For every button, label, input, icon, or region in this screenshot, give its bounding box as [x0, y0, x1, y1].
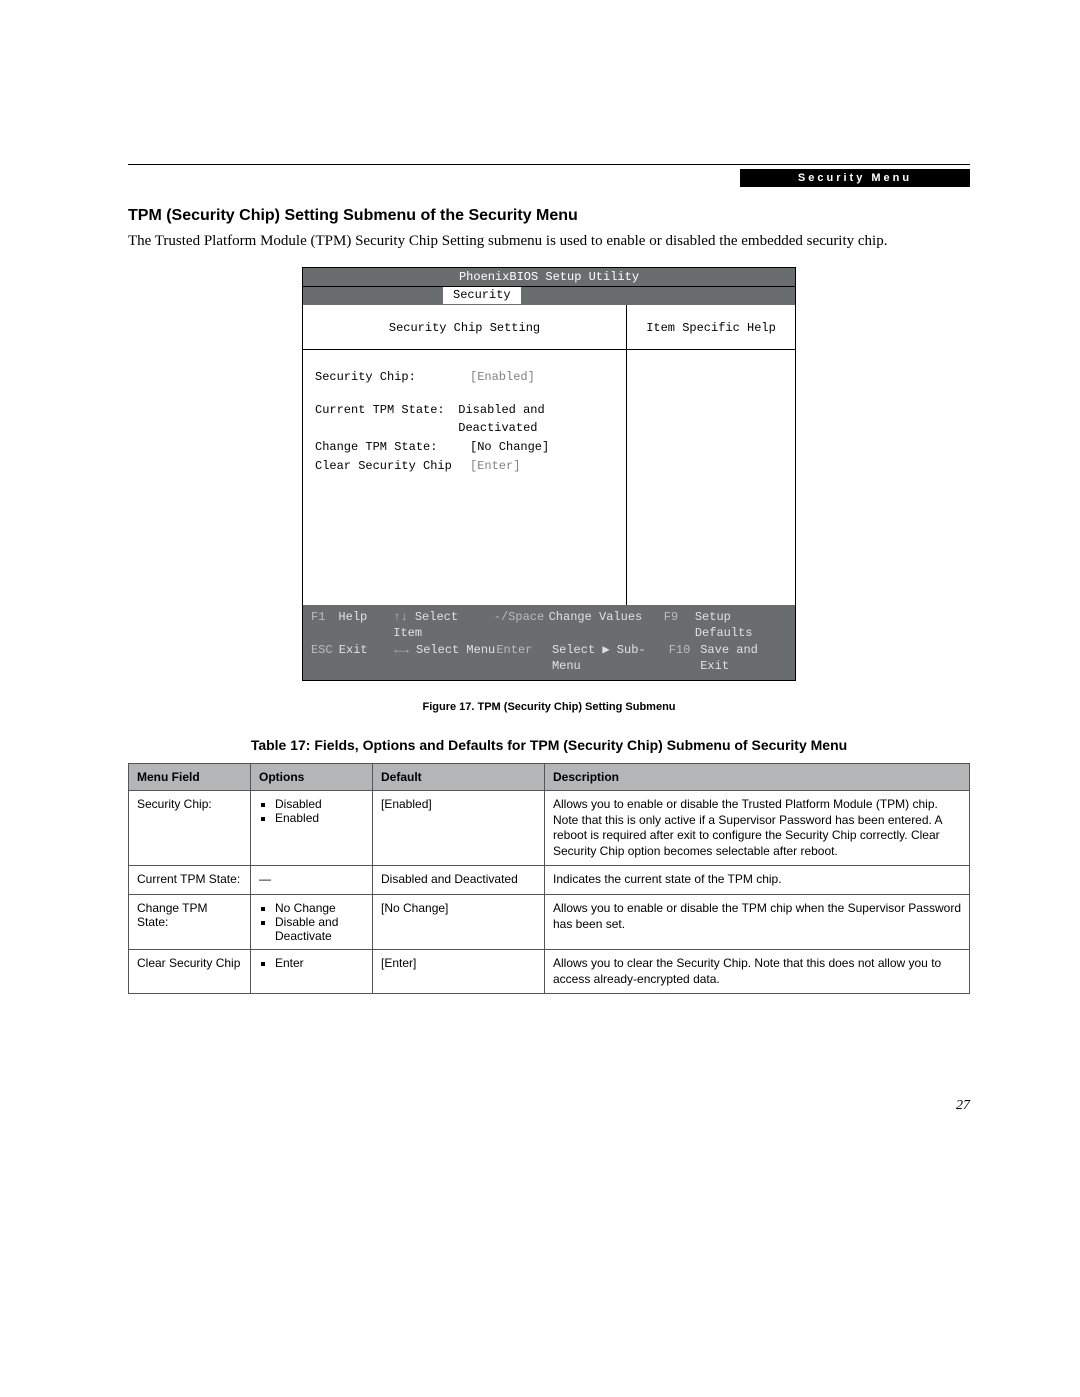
key-f9: F9 — [664, 609, 695, 641]
field-label: Security Chip: — [315, 368, 470, 387]
bios-row-clear-chip[interactable]: Clear Security Chip [Enter] — [315, 457, 618, 476]
arrows-ud-icon: ↑↓ — [393, 610, 407, 624]
change-values: Change Values — [549, 609, 664, 641]
table-row: Clear Security Chip Enter [Enter]Allows yo… — [129, 949, 970, 993]
page: Security Menu TPM (Security Chip) Settin… — [0, 0, 1080, 1397]
cell-field: Clear Security Chip — [129, 949, 251, 993]
key-help: Help — [338, 609, 393, 641]
cell-options: — — [251, 866, 373, 895]
intro-paragraph: The Trusted Platform Module (TPM) Securi… — [128, 231, 970, 251]
bios-row-current-state: Current TPM State: Disabled and Deactiva… — [315, 401, 618, 438]
table-row: Current TPM State:—Disabled and Deactiva… — [129, 866, 970, 895]
cell-field: Security Chip: — [129, 791, 251, 866]
field-value: [No Change] — [470, 438, 549, 457]
option-item: Disable and Deactivate — [275, 915, 364, 943]
key-enter: Enter — [496, 642, 552, 674]
table-row: Security Chip:DisabledEnabled[Enabled]Al… — [129, 791, 970, 866]
bios-left-heading: Security Chip Setting — [303, 305, 626, 350]
cell-default: Disabled and Deactivated — [373, 866, 545, 895]
header-strip: Security Menu — [128, 169, 970, 189]
key-f1: F1 — [311, 609, 338, 641]
option-item: Enter — [275, 956, 364, 970]
cell-description: Allows you to enable or disable the Trus… — [545, 791, 970, 866]
cell-description: Allows you to enable or disable the TPM … — [545, 894, 970, 949]
cell-description: Indicates the current state of the TPM c… — [545, 866, 970, 895]
cell-default: [No Change] — [373, 894, 545, 949]
field-label: Current TPM State: — [315, 401, 458, 438]
field-label: Clear Security Chip — [315, 457, 470, 476]
bios-row-change-state[interactable]: Change TPM State: [No Change] — [315, 438, 618, 457]
field-value: Disabled and Deactivated — [458, 401, 618, 438]
section-title: TPM (Security Chip) Setting Submenu of t… — [128, 207, 970, 225]
bios-footer: F1 Help ↑↓ Select Item -/Space Change Va… — [303, 605, 795, 680]
save-and-exit: Save and Exit — [700, 642, 787, 674]
th-description: Description — [545, 764, 970, 791]
bios-tab-security[interactable]: Security — [443, 287, 521, 304]
figure-caption: Figure 17. TPM (Security Chip) Setting S… — [128, 701, 970, 713]
field-value: [Enabled] — [470, 368, 535, 387]
option-item: No Change — [275, 901, 364, 915]
table-row: Change TPM State:No ChangeDisable and De… — [129, 894, 970, 949]
key-exit: Exit — [339, 642, 395, 674]
select-menu: Select Menu — [416, 643, 495, 657]
cell-description: Allows you to clear the Security Chip. N… — [545, 949, 970, 993]
cell-options: DisabledEnabled — [251, 791, 373, 866]
cell-field: Current TPM State: — [129, 866, 251, 895]
bios-tabbar: Security — [303, 287, 795, 305]
top-rule — [128, 164, 970, 165]
option-item: Disabled — [275, 797, 364, 811]
cell-default: [Enabled] — [373, 791, 545, 866]
bios-left-panel: Security Chip Setting Security Chip: [En… — [303, 305, 627, 605]
th-options: Options — [251, 764, 373, 791]
key-esc: ESC — [311, 642, 339, 674]
cell-options: No ChangeDisable and Deactivate — [251, 894, 373, 949]
key-minus-space: -/Space — [494, 609, 549, 641]
cell-field: Change TPM State: — [129, 894, 251, 949]
cell-options: Enter — [251, 949, 373, 993]
field-value: [Enter] — [470, 457, 520, 476]
setup-defaults: Setup Defaults — [695, 609, 787, 641]
bios-row-security-chip[interactable]: Security Chip: [Enabled] — [315, 368, 618, 387]
bios-right-panel: Item Specific Help — [627, 305, 795, 605]
arrows-lr-icon: ←→ — [394, 643, 408, 657]
th-default: Default — [373, 764, 545, 791]
cell-default: [Enter] — [373, 949, 545, 993]
page-number: 27 — [956, 1098, 970, 1114]
table-caption: Table 17: Fields, Options and Defaults f… — [128, 737, 970, 753]
field-label: Change TPM State: — [315, 438, 470, 457]
th-field: Menu Field — [129, 764, 251, 791]
option-item: Enabled — [275, 811, 364, 825]
key-f10: F10 — [669, 642, 701, 674]
bios-screenshot: PhoenixBIOS Setup Utility Security Secur… — [302, 267, 796, 681]
bios-right-heading: Item Specific Help — [627, 305, 795, 350]
bios-title: PhoenixBIOS Setup Utility — [303, 268, 795, 287]
options-table: Menu Field Options Default Description S… — [128, 763, 970, 994]
header-badge: Security Menu — [740, 169, 970, 187]
select-submenu: Select ▶ Sub-Menu — [552, 642, 669, 674]
